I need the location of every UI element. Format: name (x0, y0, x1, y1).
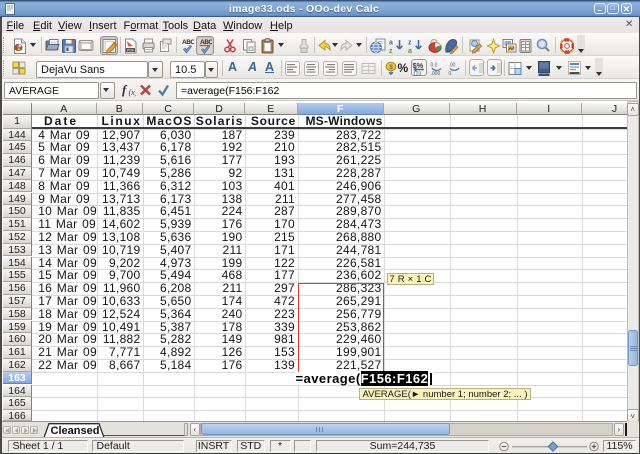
svg-text:f: f (122, 82, 128, 97)
svg-text:0.0: 0.0 (431, 62, 438, 68)
svg-text:a: a (408, 48, 412, 54)
svg-text:.000: .000 (431, 71, 441, 76)
svg-text:0.: 0. (449, 71, 453, 76)
svg-text:PDF: PDF (127, 48, 135, 52)
svg-text:.00: .00 (449, 62, 456, 68)
svg-text:z: z (389, 48, 393, 54)
svg-text:$: $ (389, 64, 393, 71)
svg-text:a: a (389, 39, 393, 46)
svg-text:(x): (x) (129, 88, 137, 97)
svg-text:z: z (408, 39, 412, 46)
svg-text:123: 123 (413, 71, 422, 76)
svg-text:ABC: ABC (182, 39, 194, 46)
